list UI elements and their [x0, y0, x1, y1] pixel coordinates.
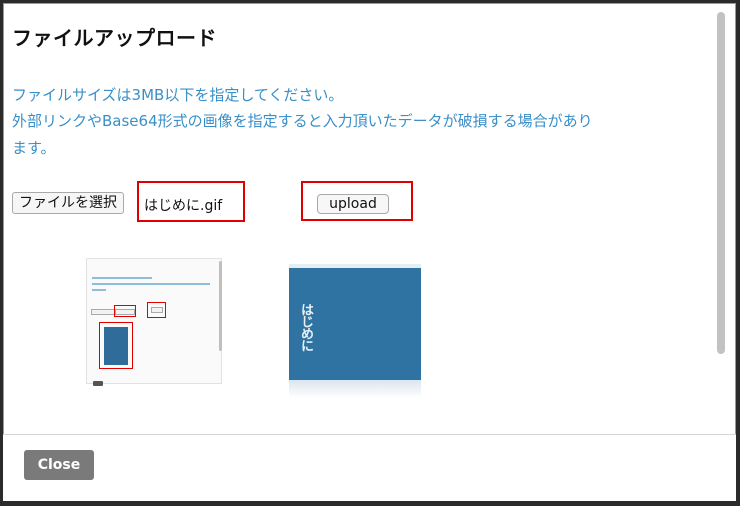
choose-file-button[interactable]: ファイルを選択	[12, 192, 124, 214]
upload-highlight	[301, 181, 413, 221]
note-line-1: ファイルサイズは3MB以下を指定してください。	[12, 86, 344, 104]
close-button[interactable]: Close	[24, 450, 94, 480]
dialog-footer	[3, 435, 736, 501]
screenshot-thumbnail	[86, 258, 222, 384]
dialog-title: ファイルアップロード	[12, 26, 217, 50]
note-line-3: ます。	[12, 139, 56, 157]
thumbnail-close-button	[93, 381, 103, 386]
file-upload-dialog	[3, 3, 736, 501]
note-line-2: 外部リンクやBase64形式の画像を指定すると入力頂いたデータが破損する場合があ…	[12, 112, 593, 130]
preview-top-edge	[289, 264, 421, 268]
preview-text: はじめに	[298, 303, 313, 351]
scrollbar-thumb[interactable]	[717, 12, 725, 354]
file-name-highlight	[137, 181, 245, 222]
preview-reflection	[289, 380, 421, 398]
